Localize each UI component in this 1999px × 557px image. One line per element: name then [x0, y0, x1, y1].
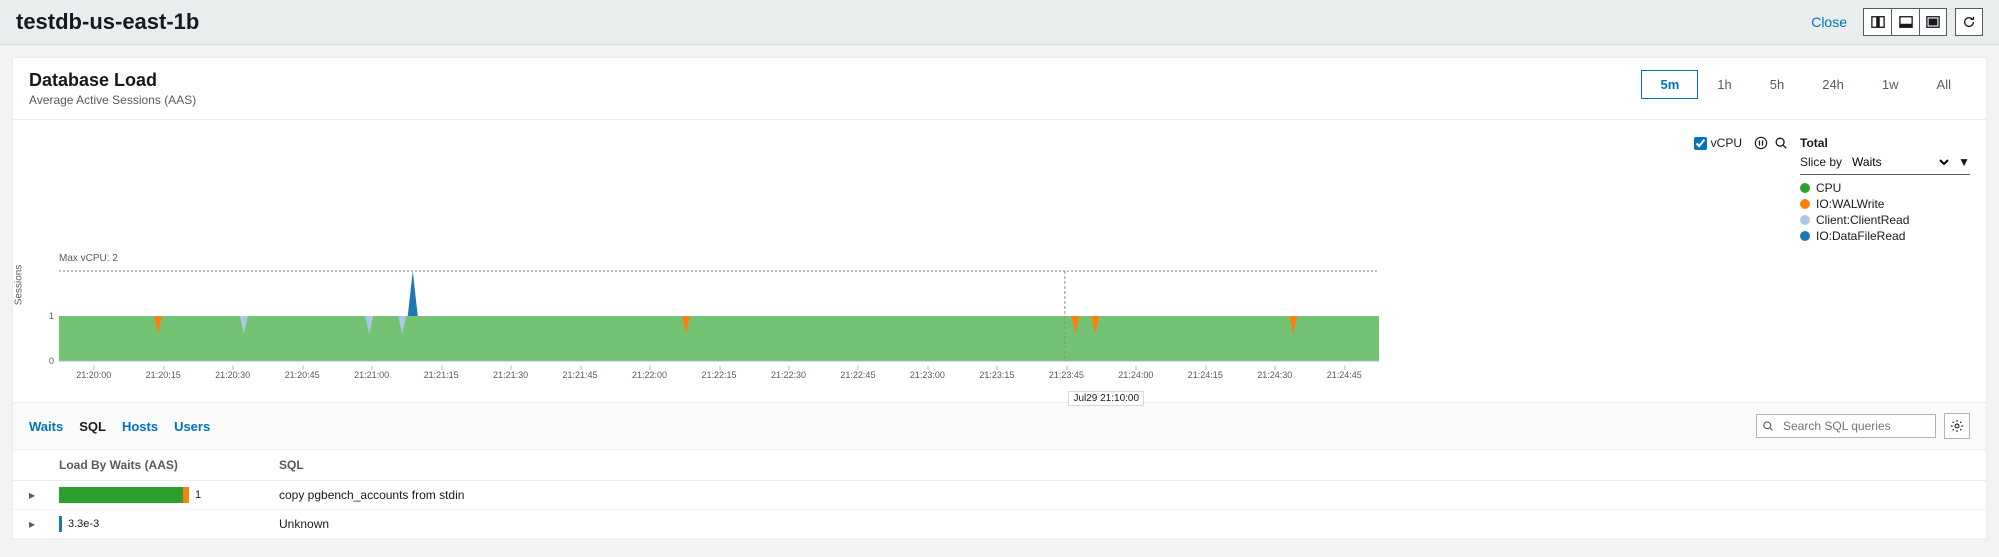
- time-range-24h[interactable]: 24h: [1803, 70, 1863, 99]
- x-tick: 21:24:30: [1257, 370, 1292, 380]
- table-row: ▸ 3.3e-3 Unknown: [13, 510, 1986, 539]
- col-header-load[interactable]: Load By Waits (AAS): [59, 458, 239, 472]
- legend-item[interactable]: IO:DataFileRead: [1800, 229, 1970, 243]
- legend-swatch: [1800, 215, 1810, 225]
- layout-full-icon[interactable]: [1919, 8, 1947, 36]
- time-range-selector: 5m1h5h24h1wAll: [1641, 70, 1970, 99]
- search-icon: [1762, 420, 1774, 432]
- max-vcpu-label: Max vCPU: 2: [59, 253, 1379, 264]
- load-bar-segment: [59, 516, 62, 532]
- db-load-chart[interactable]: 01: [29, 266, 1379, 366]
- time-range-5m[interactable]: 5m: [1641, 70, 1698, 99]
- x-tick: 21:22:30: [771, 370, 806, 380]
- x-tick: 21:23:45: [1049, 370, 1084, 380]
- sql-text: Unknown: [239, 517, 1970, 531]
- settings-button[interactable]: [1944, 413, 1970, 439]
- refresh-icon[interactable]: [1955, 8, 1983, 36]
- x-tick: 21:20:45: [285, 370, 320, 380]
- x-tick: 21:20:00: [76, 370, 111, 380]
- x-tick: 21:22:45: [840, 370, 875, 380]
- svg-text:1: 1: [49, 311, 54, 321]
- legend-label: IO:DataFileRead: [1816, 229, 1905, 243]
- expand-caret[interactable]: ▸: [29, 488, 35, 502]
- vcpu-checkbox-input[interactable]: [1694, 137, 1707, 150]
- load-bar: 1: [59, 487, 239, 503]
- x-tick: 21:21:45: [563, 370, 598, 380]
- time-annotation: Jul29 21:10:00: [1068, 391, 1144, 406]
- x-tick: 21:21:30: [493, 370, 528, 380]
- legend-title: Total: [1800, 136, 1970, 150]
- panel-title: Database Load: [29, 70, 196, 91]
- y-axis-label: Sessions: [14, 264, 25, 305]
- legend-item[interactable]: Client:ClientRead: [1800, 213, 1970, 227]
- load-value: 1: [195, 489, 201, 501]
- x-tick: 21:23:15: [979, 370, 1014, 380]
- time-range-1h[interactable]: 1h: [1698, 70, 1750, 99]
- load-bar: 3.3e-3: [59, 516, 239, 532]
- legend-item[interactable]: CPU: [1800, 181, 1970, 195]
- time-range-1w[interactable]: 1w: [1863, 70, 1918, 99]
- panel-subtitle: Average Active Sessions (AAS): [29, 93, 196, 107]
- vcpu-label: vCPU: [1711, 136, 1742, 150]
- zoom-icon[interactable]: [1774, 136, 1788, 153]
- x-tick: 21:24:00: [1118, 370, 1153, 380]
- sql-text: copy pgbench_accounts from stdin: [239, 488, 1970, 502]
- pause-icon[interactable]: [1754, 136, 1768, 153]
- gear-icon: [1950, 419, 1964, 433]
- tab-waits[interactable]: Waits: [29, 419, 63, 434]
- search-input[interactable]: [1756, 414, 1936, 438]
- load-value: 3.3e-3: [68, 518, 99, 530]
- legend-label: CPU: [1816, 181, 1841, 195]
- x-tick: 21:22:00: [632, 370, 667, 380]
- x-tick: 21:21:15: [424, 370, 459, 380]
- legend-label: IO:WALWrite: [1816, 197, 1884, 211]
- legend-swatch: [1800, 199, 1810, 209]
- tab-sql[interactable]: SQL: [79, 419, 106, 434]
- chevron-down-icon: ▼: [1958, 155, 1970, 169]
- time-range-All[interactable]: All: [1918, 70, 1970, 99]
- legend-item[interactable]: IO:WALWrite: [1800, 197, 1970, 211]
- x-tick: 21:24:45: [1327, 370, 1362, 380]
- x-tick: 21:22:15: [701, 370, 736, 380]
- x-tick: 21:23:00: [910, 370, 945, 380]
- legend-swatch: [1800, 183, 1810, 193]
- load-bar-segment: [59, 487, 183, 503]
- legend-swatch: [1800, 231, 1810, 241]
- time-range-5h[interactable]: 5h: [1751, 70, 1803, 99]
- slice-by-select[interactable]: Waits: [1848, 154, 1952, 170]
- expand-caret[interactable]: ▸: [29, 517, 35, 531]
- x-tick: 21:24:15: [1188, 370, 1223, 380]
- svg-text:0: 0: [49, 356, 54, 366]
- x-tick: 21:20:30: [215, 370, 250, 380]
- table-row: ▸ 1 copy pgbench_accounts from stdin: [13, 481, 1986, 510]
- layout-bottom-icon[interactable]: [1891, 8, 1919, 36]
- tab-hosts[interactable]: Hosts: [122, 419, 158, 434]
- slice-by-label: Slice by: [1800, 155, 1842, 169]
- col-header-sql[interactable]: SQL: [239, 458, 1970, 472]
- tab-users[interactable]: Users: [174, 419, 210, 434]
- x-tick: 21:21:00: [354, 370, 389, 380]
- x-tick: 21:20:15: [146, 370, 181, 380]
- layout-split-icon[interactable]: [1863, 8, 1891, 36]
- x-axis-ticks: 21:20:00 21:20:15 21:20:30 21:20:45 21:21:00…: [59, 366, 1379, 386]
- page-title: testdb-us-east-1b: [16, 9, 199, 35]
- close-link[interactable]: Close: [1811, 14, 1847, 30]
- legend-label: Client:ClientRead: [1816, 213, 1909, 227]
- vcpu-checkbox[interactable]: vCPU: [1694, 136, 1742, 150]
- load-bar-segment: [183, 487, 190, 503]
